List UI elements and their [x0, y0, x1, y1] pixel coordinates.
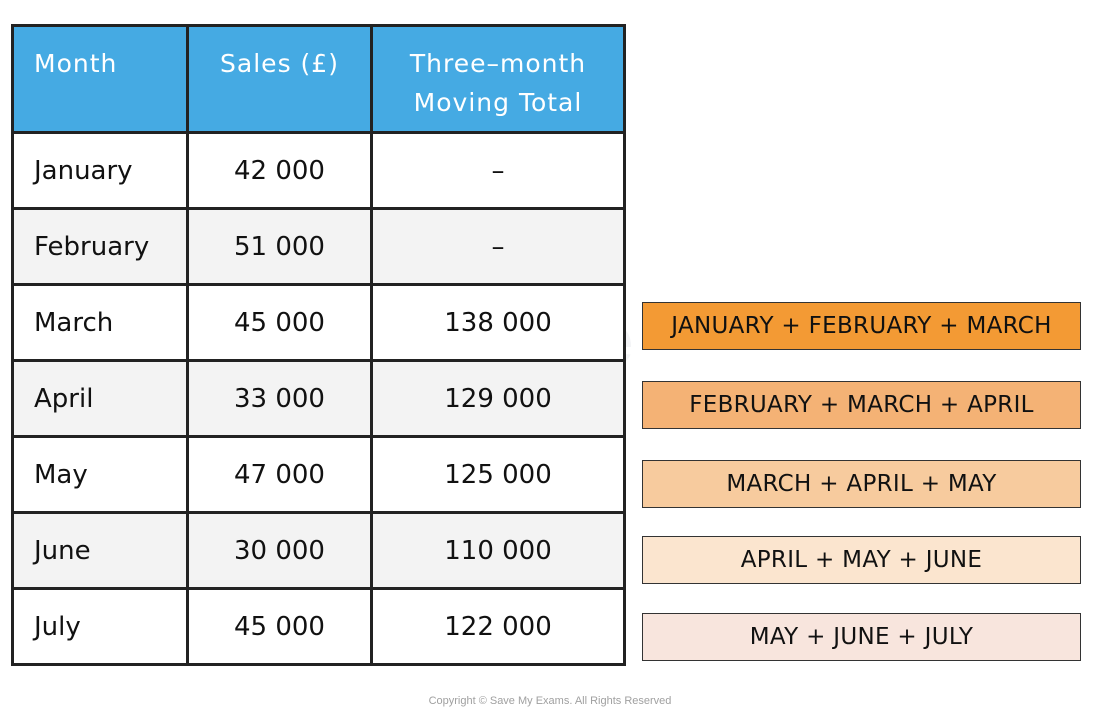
cell-sales: 45 000	[186, 283, 373, 362]
cell-sales: 45 000	[186, 587, 373, 666]
table-header-row: Month Sales (£) Three–month Moving Total	[11, 24, 626, 134]
cell-month: June	[11, 511, 189, 590]
sum-label-march: JANUARY + FEBRUARY + MARCH	[642, 302, 1081, 350]
sum-label-july: MAY + JUNE + JULY	[642, 613, 1081, 661]
moving-total-table: Month Sales (£) Three–month Moving Total …	[11, 24, 626, 666]
cell-sales: 51 000	[186, 207, 373, 286]
cell-month: April	[11, 359, 189, 438]
cell-moving-total: 129 000	[370, 359, 626, 438]
table-row: May 47 000 125 000	[11, 435, 626, 514]
cell-sales: 47 000	[186, 435, 373, 514]
cell-moving-total: 125 000	[370, 435, 626, 514]
sum-label-april: FEBRUARY + MARCH + APRIL	[642, 381, 1081, 429]
cell-moving-total: –	[370, 207, 626, 286]
table-row: March 45 000 138 000	[11, 283, 626, 362]
table-row: April 33 000 129 000	[11, 359, 626, 438]
cell-month: July	[11, 587, 189, 666]
copyright-notice: Copyright © Save My Exams. All Rights Re…	[428, 695, 672, 707]
cell-moving-total: –	[370, 131, 626, 210]
cell-month: January	[11, 131, 189, 210]
cell-moving-total: 110 000	[370, 511, 626, 590]
table-row: February 51 000 –	[11, 207, 626, 286]
sum-label-may: MARCH + APRIL + MAY	[642, 460, 1081, 508]
cell-sales: 30 000	[186, 511, 373, 590]
header-sales: Sales (£)	[186, 24, 373, 134]
cell-sales: 42 000	[186, 131, 373, 210]
cell-month: February	[11, 207, 189, 286]
cell-sales: 33 000	[186, 359, 373, 438]
cell-month: March	[11, 283, 189, 362]
cell-moving-total: 122 000	[370, 587, 626, 666]
table-row: July 45 000 122 000	[11, 587, 626, 666]
cell-month: May	[11, 435, 189, 514]
table-row: January 42 000 –	[11, 131, 626, 210]
header-moving-total: Three–month Moving Total	[370, 24, 626, 134]
sum-label-june: APRIL + MAY + JUNE	[642, 536, 1081, 584]
cell-moving-total: 138 000	[370, 283, 626, 362]
table-row: June 30 000 110 000	[11, 511, 626, 590]
header-month: Month	[11, 24, 189, 134]
